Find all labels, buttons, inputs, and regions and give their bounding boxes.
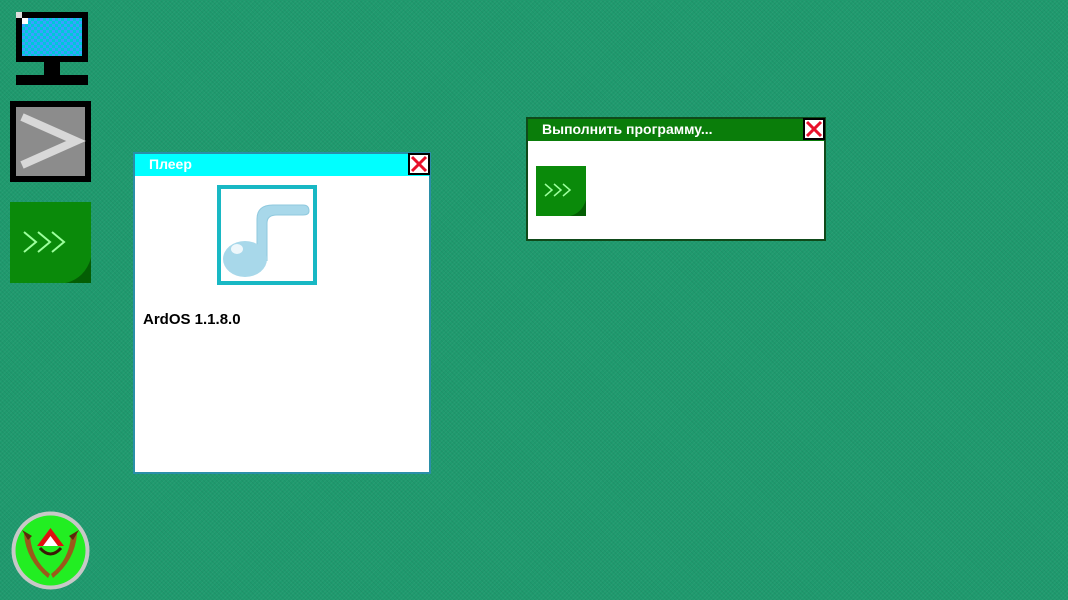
run-program-window: Выполнить программу...: [526, 117, 826, 241]
player-close-button[interactable]: [408, 153, 430, 175]
player-window: Плеер ArdOS 1.1.8.0: [133, 152, 431, 474]
run-arrow-icon[interactable]: [536, 166, 586, 216]
player-titlebar[interactable]: Плеер: [135, 153, 430, 176]
player-window-title: Плеер: [149, 156, 192, 172]
run-close-button[interactable]: [803, 118, 825, 140]
terminal-icon[interactable]: [10, 101, 91, 182]
start-menu-logo[interactable]: [10, 510, 91, 591]
run-program-icon[interactable]: [10, 202, 91, 283]
computer-icon[interactable]: [16, 12, 88, 86]
run-window-title: Выполнить программу...: [542, 121, 713, 137]
run-titlebar[interactable]: Выполнить программу...: [528, 118, 825, 141]
music-note-icon: [217, 185, 317, 285]
os-version-label: ArdOS 1.1.8.0: [143, 311, 241, 328]
